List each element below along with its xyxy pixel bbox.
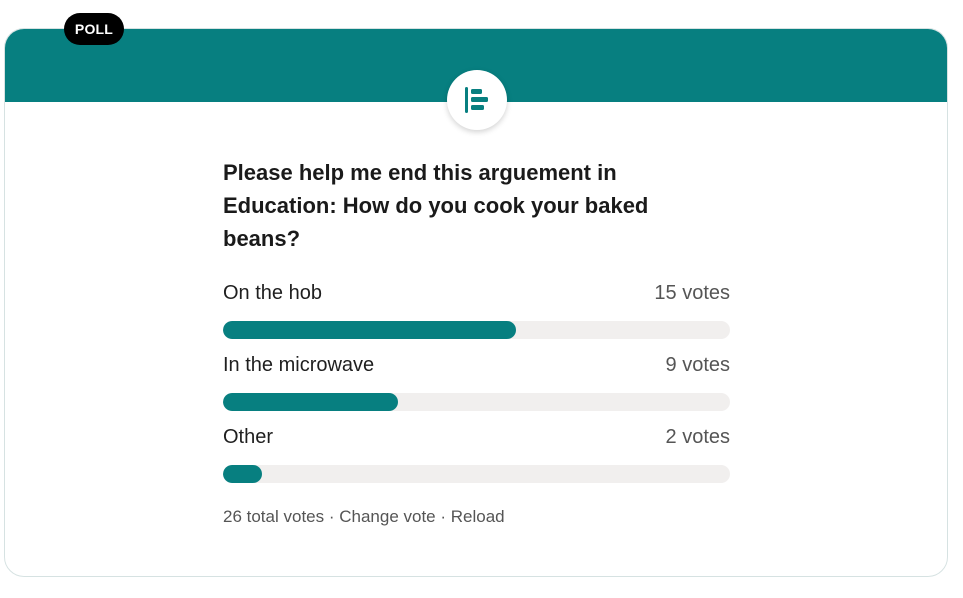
poll-bar-icon bbox=[447, 70, 507, 130]
poll-footer: 26 total votes · Change vote · Reload bbox=[223, 507, 505, 527]
change-vote-link[interactable]: Change vote bbox=[339, 507, 435, 526]
poll-option[interactable]: On the hob 15 votes bbox=[223, 282, 730, 339]
poll-option[interactable]: Other 2 votes bbox=[223, 426, 730, 483]
total-votes: 26 total votes bbox=[223, 507, 325, 526]
option-bar-fill bbox=[223, 393, 399, 411]
option-bar-track bbox=[223, 465, 730, 483]
reload-link[interactable]: Reload bbox=[451, 507, 505, 526]
option-bar-track bbox=[223, 321, 730, 339]
option-label: Other bbox=[223, 426, 274, 448]
option-bar-track bbox=[223, 393, 730, 411]
option-votes: 15 votes bbox=[654, 282, 730, 304]
option-bar-fill bbox=[223, 465, 263, 483]
poll-question: Please help me end this arguement in Edu… bbox=[223, 160, 649, 251]
separator: · bbox=[435, 507, 451, 526]
poll-option[interactable]: In the microwave 9 votes bbox=[223, 354, 730, 411]
poll-bar-icon-graphic bbox=[465, 87, 488, 113]
poll-page: POLL Please help me end this arguement i… bbox=[0, 0, 963, 598]
option-votes: 2 votes bbox=[665, 426, 730, 448]
option-label: In the microwave bbox=[223, 354, 375, 376]
poll-badge: POLL bbox=[64, 13, 124, 45]
option-votes: 9 votes bbox=[665, 354, 730, 376]
option-label: On the hob bbox=[223, 282, 322, 304]
separator: · bbox=[324, 507, 340, 526]
option-bar-fill bbox=[223, 321, 516, 339]
